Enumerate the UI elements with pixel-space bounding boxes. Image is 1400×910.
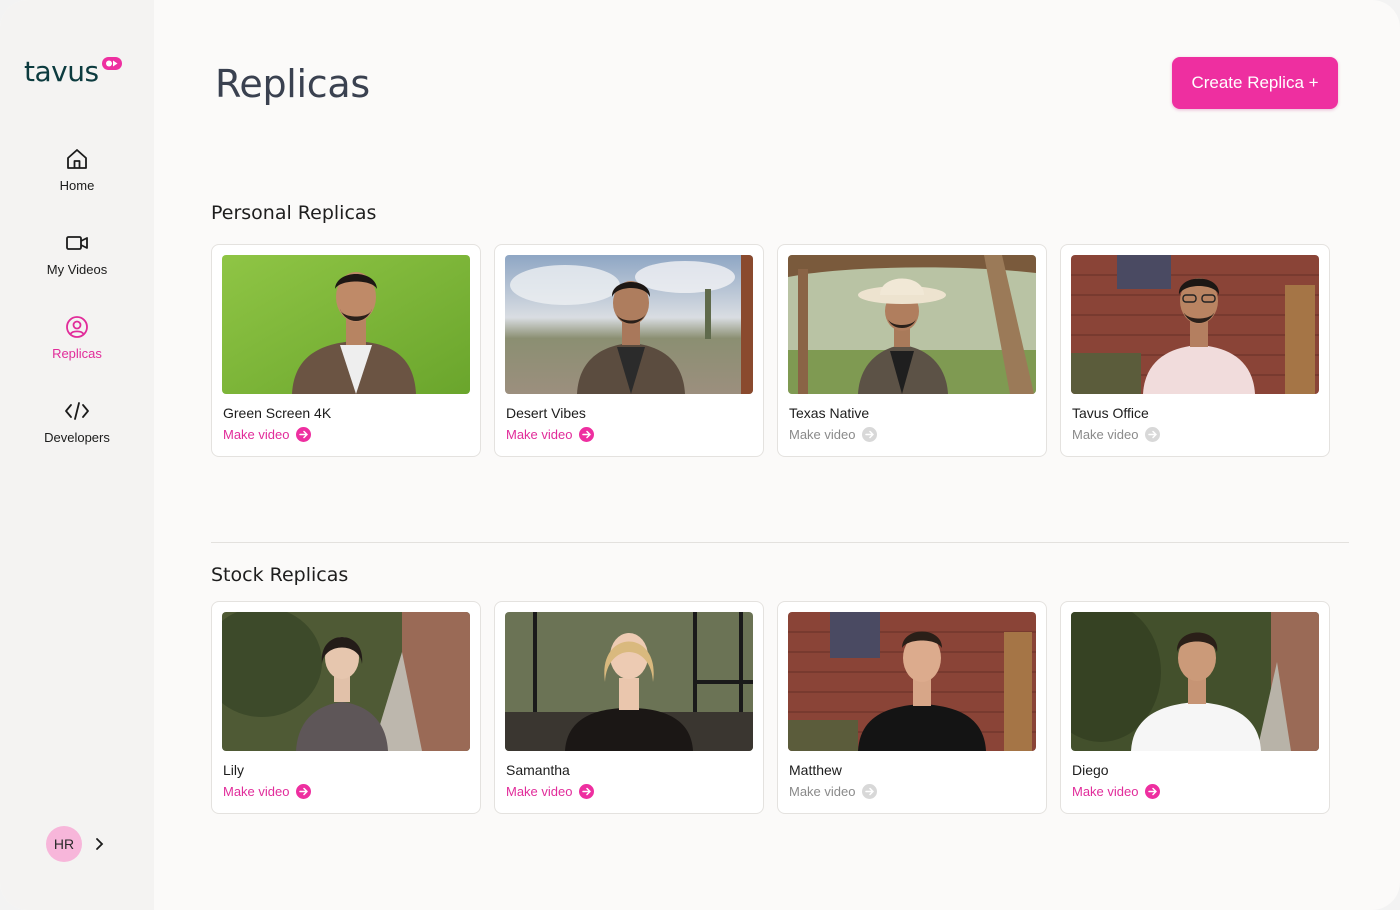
make-video-label: Make video [223,427,290,442]
replica-name: Desert Vibes [506,405,586,421]
replica-card[interactable]: Diego Make video [1060,601,1330,814]
replica-name: Tavus Office [1072,405,1149,421]
arrow-right-circle-icon [1145,784,1161,799]
app-window: tavus Home My Videos Replicas Developers… [0,0,1400,910]
replica-name: Samantha [506,762,570,778]
arrow-right-circle-icon [579,784,595,799]
arrow-right-circle-icon [862,427,878,442]
arrow-right-circle-icon [862,784,878,799]
chevron-right-icon[interactable] [92,837,106,851]
avatar[interactable]: HR [46,826,82,862]
make-video-label: Make video [223,784,290,799]
user-menu[interactable]: HR [46,826,106,862]
sidebar: tavus Home My Videos Replicas Developers… [0,0,154,910]
make-video-link[interactable]: Make video [505,427,753,442]
replica-card[interactable]: Texas Native Make video [777,244,1047,457]
replica-card[interactable]: Green Screen 4K Make video [211,244,481,457]
logo-text: tavus [24,55,99,88]
make-video-link[interactable]: Make video [505,784,753,799]
arrow-right-circle-icon [579,427,595,442]
make-video-label: Make video [1072,784,1139,799]
code-icon [64,398,90,424]
sidebar-item-home[interactable]: Home [0,146,154,210]
replica-thumbnail [1071,255,1319,394]
replica-thumbnail [222,255,470,394]
video-camera-icon [64,230,90,256]
page-title: Replicas [215,62,370,106]
make-video-label: Make video [789,427,856,442]
replica-thumbnail [788,612,1036,751]
section-divider [211,542,1349,543]
make-video-link[interactable]: Make video [1071,784,1319,799]
sidebar-item-label: Replicas [52,346,102,361]
replica-thumbnail [222,612,470,751]
replica-card[interactable]: Tavus Office Make video [1060,244,1330,457]
make-video-label: Make video [1072,427,1139,442]
make-video-label: Make video [506,427,573,442]
make-video-link[interactable]: Make video [1071,427,1319,442]
make-video-link[interactable]: Make video [222,427,470,442]
sidebar-item-my-videos[interactable]: My Videos [0,230,154,294]
section-title-personal: Personal Replicas [211,202,377,224]
replica-name: Texas Native [789,405,870,421]
replica-name: Diego [1072,762,1109,778]
sidebar-item-label: Home [59,178,95,193]
sidebar-item-developers[interactable]: Developers [0,398,154,462]
personal-replicas-grid: Green Screen 4K Make video Desert Vibes … [211,244,1330,457]
sidebar-item-replicas[interactable]: Replicas [0,314,154,378]
arrow-right-circle-icon [296,784,312,799]
make-video-label: Make video [789,784,856,799]
replica-thumbnail [505,255,753,394]
replica-name: Matthew [789,762,842,778]
sidebar-item-label: My Videos [46,262,108,277]
home-icon [64,146,90,172]
make-video-link[interactable]: Make video [222,784,470,799]
user-circle-icon [64,314,90,340]
replica-card[interactable]: Matthew Make video [777,601,1047,814]
stock-replicas-grid: Lily Make video Samantha Make video Matt… [211,601,1330,814]
replica-name: Green Screen 4K [223,405,332,421]
make-video-link[interactable]: Make video [788,784,1036,799]
logo-badge-icon [101,57,122,70]
section-title-stock: Stock Replicas [211,564,349,586]
replica-thumbnail [788,255,1036,394]
replica-thumbnail [1071,612,1319,751]
replica-card[interactable]: Samantha Make video [494,601,764,814]
replica-thumbnail [505,612,753,751]
replica-name: Lily [223,762,245,778]
tavus-logo[interactable]: tavus [24,52,123,92]
replica-card[interactable]: Lily Make video [211,601,481,814]
replica-card[interactable]: Desert Vibes Make video [494,244,764,457]
arrow-right-circle-icon [296,427,312,442]
arrow-right-circle-icon [1145,427,1161,442]
create-replica-button[interactable]: Create Replica + [1172,57,1338,109]
make-video-link[interactable]: Make video [788,427,1036,442]
sidebar-item-label: Developers [44,430,110,445]
make-video-label: Make video [506,784,573,799]
